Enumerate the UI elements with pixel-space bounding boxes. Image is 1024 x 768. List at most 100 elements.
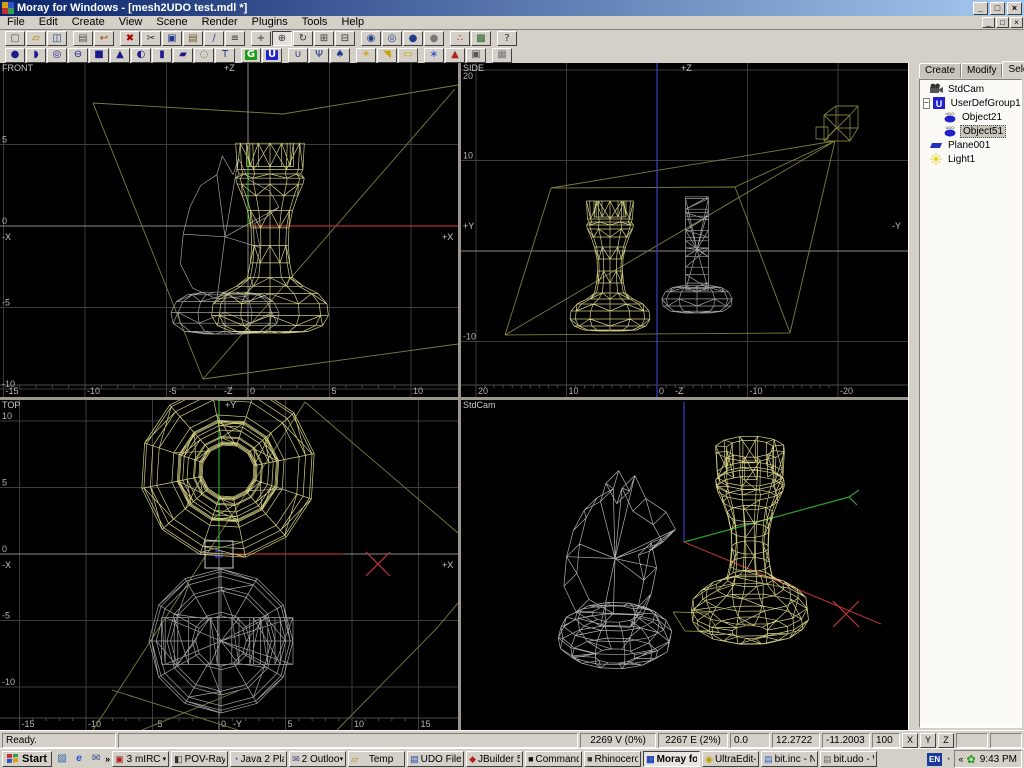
restore-button[interactable]: □ — [990, 2, 1005, 15]
disc-button[interactable]: ⊖ — [68, 48, 88, 63]
point-light-button[interactable]: ☀ — [356, 48, 376, 63]
quicklaunch-outlook-icon[interactable]: ✉ — [89, 752, 103, 766]
taskbar-task-notepad[interactable]: ▤bit.inc - Not... — [761, 751, 818, 767]
taskbar-task-mirc[interactable]: ▣3 mIRC▾ — [112, 751, 169, 767]
quicklaunch-internet-explorer-icon[interactable]: e — [72, 752, 86, 766]
cut-button[interactable]: ✂ — [141, 31, 161, 46]
tab-modify[interactable]: Modify — [961, 63, 1002, 78]
taskbar-task-folder[interactable]: ▱Temp — [348, 751, 405, 767]
menu-plugins[interactable]: Plugins — [245, 16, 295, 29]
color-triangle-button[interactable]: ▲ — [445, 48, 465, 63]
layout-quad-button[interactable]: ⊞ — [314, 31, 334, 46]
new-button[interactable]: ▢ — [5, 31, 25, 46]
udo-export-button[interactable]: ▣ — [466, 48, 486, 63]
spot-light-button[interactable]: ◥ — [377, 48, 397, 63]
menu-render[interactable]: Render — [195, 16, 245, 29]
menu-view[interactable]: View — [112, 16, 150, 29]
side-view-canvas[interactable]: 20100-10-202010-10SIDE+Z-Z+Y-Y — [461, 63, 908, 397]
tree-item-object51[interactable]: UDOObject51 — [920, 124, 1021, 138]
minimize-button[interactable]: _ — [973, 2, 988, 15]
quicklaunch-desktop-icon[interactable]: ▧ — [55, 752, 69, 766]
tree-item-label[interactable]: Light1 — [946, 154, 977, 165]
tree-item-stdcam[interactable]: StdCam — [920, 82, 1021, 96]
udo-button[interactable]: U — [262, 48, 282, 63]
move-button[interactable]: ⊕ — [272, 31, 292, 46]
save-button[interactable]: ◫ — [47, 31, 67, 46]
sor-button[interactable]: G — [241, 48, 261, 63]
edges-button[interactable]: ≡ — [225, 31, 245, 46]
axis-toggle-y[interactable]: Y — [920, 733, 936, 748]
hemisphere-button[interactable]: ◗ — [26, 48, 46, 63]
delete-button[interactable]: ✖ — [120, 31, 140, 46]
volume-icon[interactable]: ◔ — [945, 754, 950, 764]
blob-button[interactable]: ◌ — [194, 48, 214, 63]
menu-help[interactable]: Help — [334, 16, 371, 29]
cylinder-button[interactable]: ▮ — [152, 48, 172, 63]
tab-create[interactable]: Create — [919, 63, 961, 78]
tree-expander-icon[interactable]: − — [923, 98, 930, 109]
sphere-button[interactable]: ● — [5, 48, 25, 63]
tree-item-userdefgroup1[interactable]: −UUserDefGroup1 — [920, 96, 1021, 110]
render-camera-button[interactable]: ● — [403, 31, 423, 46]
help-button[interactable]: ? — [497, 31, 517, 46]
copy-button[interactable]: ▣ — [162, 31, 182, 46]
language-indicator[interactable]: EN — [927, 753, 942, 766]
menu-edit[interactable]: Edit — [32, 16, 65, 29]
viewport-front[interactable]: -15-10-5051050-5-10FRONT+Z-Z-X+X — [0, 63, 458, 397]
menu-tools[interactable]: Tools — [295, 16, 335, 29]
tray-chevron-icon[interactable]: « — [959, 754, 964, 764]
area-light-button[interactable]: ▭ — [398, 48, 418, 63]
mdi-minimize-button[interactable]: _ — [982, 17, 995, 28]
taskbar-task-doc[interactable]: ▤UDO File Fo... — [407, 751, 464, 767]
start-button[interactable]: Start — [2, 751, 52, 767]
box-button[interactable]: ■ — [89, 48, 109, 63]
tree-item-label[interactable]: UserDefGroup1 — [949, 98, 1022, 109]
viewport-stdcam[interactable]: StdCam — [461, 400, 908, 730]
undo-button[interactable]: ↩ — [94, 31, 114, 46]
tree-button[interactable]: ♠ — [330, 48, 350, 63]
color-map-button[interactable]: ∴ — [450, 31, 470, 46]
tree-item-object21[interactable]: UDOObject21 — [920, 110, 1021, 124]
tree-item-label[interactable]: Plane001 — [946, 140, 992, 151]
bones-button[interactable]: Ψ — [309, 48, 329, 63]
plugin-star-button[interactable]: ∗ — [424, 48, 444, 63]
scene-tree[interactable]: StdCam−UUserDefGroup1UDOObject21UDOObjec… — [919, 79, 1022, 728]
taskbar-task-jbuilder[interactable]: ◆JBuilder 5 - ... — [466, 751, 523, 767]
menu-create[interactable]: Create — [65, 16, 112, 29]
render-cam-button[interactable]: ▦ — [492, 48, 512, 63]
tree-item-label[interactable]: Object21 — [960, 112, 1004, 123]
tab-select[interactable]: Select — [1002, 61, 1024, 78]
marker-button[interactable]: ∕ — [204, 31, 224, 46]
print-button[interactable]: ▤ — [73, 31, 93, 46]
viewport-side[interactable]: 20100-10-202010-10SIDE+Z-Z+Y-Y — [461, 63, 908, 397]
paste-button[interactable]: ▤ — [183, 31, 203, 46]
mdi-close-button[interactable]: × — [1010, 17, 1023, 28]
viewport-top[interactable]: -15-10-50510151050-5-10TOP+Y-Y-X+X — [0, 400, 458, 730]
render-camera-off-button[interactable]: ● — [424, 31, 444, 46]
tree-item-light1[interactable]: Light1 — [920, 152, 1021, 166]
top-view-canvas[interactable]: -15-10-50510151050-5-10TOP+Y-Y-X+X — [0, 400, 458, 730]
rotate-button[interactable]: ↻ — [293, 31, 313, 46]
task-dropdown-icon[interactable]: ▾ — [340, 755, 344, 763]
axis-toggle-x[interactable]: X — [902, 733, 918, 748]
open-button[interactable]: ▱ — [26, 31, 46, 46]
layout-dual-button[interactable]: ⊟ — [335, 31, 355, 46]
tree-item-label[interactable]: Object51 — [960, 125, 1006, 138]
menu-file[interactable]: File — [0, 16, 32, 29]
render-window-button[interactable]: ▩ — [471, 31, 491, 46]
axis-toggle-z[interactable]: Z — [938, 733, 954, 748]
pan-button[interactable]: + — [251, 31, 271, 46]
torus-button[interactable]: ◎ — [47, 48, 67, 63]
render-view-button[interactable]: ◎ — [382, 31, 402, 46]
bezier-button[interactable]: ▰ — [173, 48, 193, 63]
title-bar[interactable]: Moray for Windows - [mesh2UDO test.mdl *… — [0, 0, 1024, 16]
text-button[interactable]: T — [215, 48, 235, 63]
close-button[interactable]: × — [1007, 2, 1022, 15]
stdcam-view-canvas[interactable]: StdCam — [461, 400, 908, 730]
taskbar-task-povray[interactable]: ◧POV-Ray fo... — [171, 751, 228, 767]
geosphere-button[interactable]: ◐ — [131, 48, 151, 63]
taskbar-task-ultraedit[interactable]: ◉UltraEdit-32 — [702, 751, 759, 767]
taskbar-task-outlook[interactable]: ✉2 Outlook ...▾ — [289, 751, 346, 767]
render-active-button[interactable]: ◉ — [361, 31, 381, 46]
taskbar-task-console[interactable]: ■Command P... — [525, 751, 582, 767]
